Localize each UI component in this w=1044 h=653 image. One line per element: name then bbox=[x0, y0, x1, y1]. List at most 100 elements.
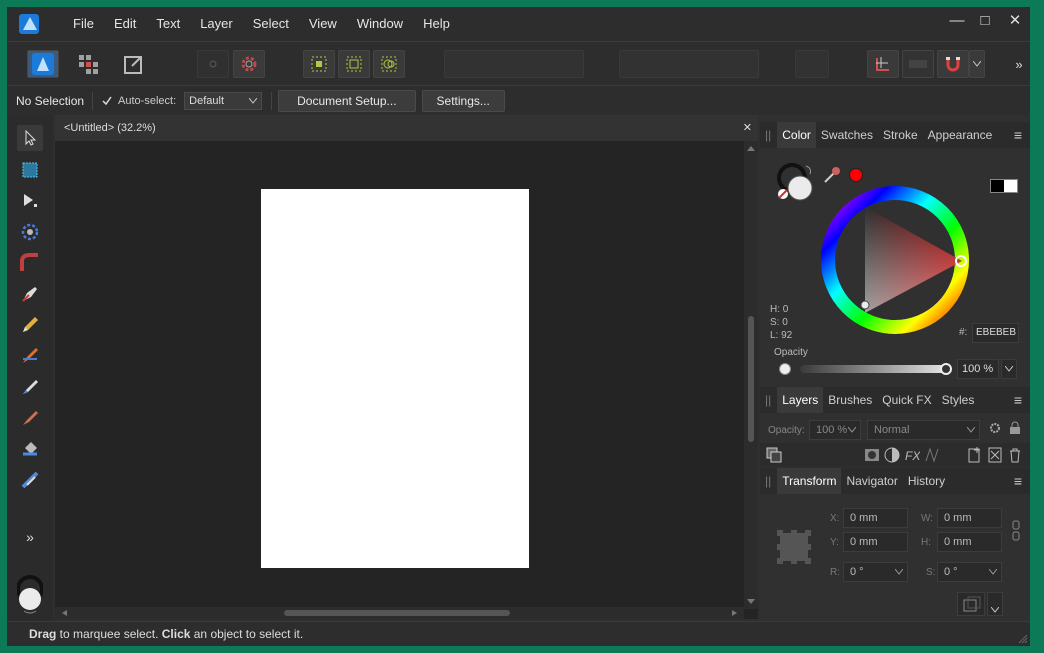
shear-input[interactable]: 0 ° bbox=[937, 562, 1002, 582]
anchor-selector[interactable] bbox=[777, 530, 811, 564]
artboard-page[interactable] bbox=[261, 189, 529, 568]
menu-layer[interactable]: Layer bbox=[190, 7, 243, 41]
document-setup-button[interactable]: Document Setup... bbox=[278, 89, 416, 112]
corner-tool[interactable] bbox=[17, 250, 43, 276]
fill-stroke-swatch[interactable] bbox=[17, 575, 43, 615]
fill-tool[interactable] bbox=[17, 436, 43, 462]
lock-aspect-ratio-button[interactable] bbox=[1011, 520, 1021, 545]
transform-operations-group[interactable] bbox=[619, 50, 759, 78]
move-tool[interactable] bbox=[17, 125, 43, 151]
artboard-tool[interactable] bbox=[17, 157, 43, 183]
settings-toggle-button[interactable] bbox=[233, 50, 265, 78]
minimize-button[interactable]: — bbox=[942, 7, 972, 35]
toolbar-overflow-button[interactable]: » bbox=[1011, 50, 1027, 78]
more-tools-button[interactable]: » bbox=[17, 524, 43, 550]
panel-menu-icon[interactable]: ≡ bbox=[1014, 473, 1022, 489]
select-intersect-button[interactable] bbox=[373, 50, 405, 78]
pixel-persona-button[interactable] bbox=[75, 50, 101, 78]
document-tab[interactable]: <Untitled> (32.2%) ✕ bbox=[55, 115, 758, 141]
color-fill-stroke-swatch[interactable] bbox=[774, 160, 818, 209]
transform-origin-button[interactable] bbox=[957, 592, 985, 616]
layer-stack-button[interactable] bbox=[766, 447, 782, 466]
transparency-tool[interactable] bbox=[17, 467, 43, 493]
opacity-input[interactable]: 100 % bbox=[957, 359, 999, 379]
auto-select-checkbox[interactable] bbox=[101, 95, 113, 107]
delete-layer-button[interactable] bbox=[1008, 447, 1022, 466]
remove-layer-icon-button[interactable] bbox=[988, 447, 1002, 466]
layer-settings-button[interactable] bbox=[988, 421, 1002, 438]
add-mask-button[interactable] bbox=[864, 447, 880, 466]
vector-brush-tool[interactable] bbox=[17, 343, 43, 369]
tab-appearance[interactable]: Appearance bbox=[923, 128, 998, 142]
select-same-button[interactable] bbox=[303, 50, 335, 78]
menu-window[interactable]: Window bbox=[347, 7, 413, 41]
close-window-button[interactable]: ✕ bbox=[1000, 7, 1030, 35]
recent-colors-swatch[interactable] bbox=[990, 179, 1018, 193]
boolean-operations-group[interactable] bbox=[444, 50, 584, 78]
color-wheel[interactable] bbox=[820, 185, 970, 335]
opacity-slider-handle[interactable] bbox=[940, 363, 952, 375]
point-transform-tool[interactable] bbox=[17, 219, 43, 245]
snapping-dropdown-button[interactable] bbox=[969, 50, 985, 78]
snapping-options-button[interactable] bbox=[867, 50, 899, 78]
y-input[interactable]: 0 mm bbox=[843, 532, 908, 552]
horizontal-scrollbar[interactable] bbox=[55, 607, 744, 619]
menu-select[interactable]: Select bbox=[243, 7, 299, 41]
add-live-filter-button[interactable] bbox=[924, 447, 940, 466]
panel-menu-icon[interactable]: ≡ bbox=[1014, 127, 1022, 143]
x-input[interactable]: 0 mm bbox=[843, 508, 908, 528]
tab-transform[interactable]: Transform bbox=[777, 468, 842, 494]
view-mode-button[interactable] bbox=[902, 50, 934, 78]
snapping-circle-button[interactable] bbox=[197, 50, 229, 78]
tab-brushes[interactable]: Brushes bbox=[823, 393, 877, 407]
panel-grip-icon[interactable]: || bbox=[765, 128, 771, 142]
tab-layers[interactable]: Layers bbox=[777, 387, 824, 413]
add-fx-button[interactable]: FX bbox=[904, 447, 921, 466]
layer-opacity-dropdown[interactable]: 100 % bbox=[809, 420, 861, 440]
close-document-button[interactable]: ✕ bbox=[743, 115, 752, 141]
tab-color[interactable]: Color bbox=[777, 122, 816, 148]
w-input[interactable]: 0 mm bbox=[937, 508, 1002, 528]
opacity-reset-swatch[interactable] bbox=[779, 363, 791, 375]
tab-swatches[interactable]: Swatches bbox=[816, 128, 878, 142]
tab-history[interactable]: History bbox=[903, 474, 950, 488]
settings-button[interactable]: Settings... bbox=[421, 89, 505, 112]
opacity-slider[interactable] bbox=[800, 365, 950, 373]
paint-brush-tool[interactable] bbox=[17, 374, 43, 400]
maximize-button[interactable]: □ bbox=[970, 7, 1000, 35]
vertical-scroll-thumb[interactable] bbox=[748, 316, 754, 442]
select-object-button[interactable] bbox=[338, 50, 370, 78]
tab-stroke[interactable]: Stroke bbox=[878, 128, 923, 142]
opacity-dropdown[interactable] bbox=[1001, 359, 1017, 379]
pixel-brush-tool[interactable] bbox=[17, 405, 43, 431]
lock-layer-button[interactable] bbox=[1009, 421, 1021, 438]
pencil-tool[interactable] bbox=[17, 312, 43, 338]
align-button[interactable] bbox=[795, 50, 829, 78]
tab-styles[interactable]: Styles bbox=[937, 393, 980, 407]
panel-grip-icon[interactable]: || bbox=[765, 393, 771, 407]
blend-mode-dropdown[interactable]: Normal bbox=[867, 420, 980, 440]
tab-navigator[interactable]: Navigator bbox=[841, 474, 902, 488]
panel-grip-icon[interactable]: || bbox=[765, 474, 771, 488]
menu-view[interactable]: View bbox=[299, 7, 347, 41]
add-layer-button[interactable] bbox=[968, 447, 982, 466]
rotation-input[interactable]: 0 ° bbox=[843, 562, 908, 582]
transform-origin-dropdown[interactable] bbox=[987, 592, 1003, 616]
node-tool[interactable] bbox=[17, 188, 43, 214]
export-persona-button[interactable] bbox=[120, 50, 148, 78]
menu-help[interactable]: Help bbox=[413, 7, 460, 41]
auto-select-dropdown[interactable]: Default bbox=[184, 91, 263, 110]
designer-persona-button[interactable] bbox=[27, 50, 59, 78]
vertical-scrollbar[interactable] bbox=[744, 141, 758, 609]
panel-menu-icon[interactable]: ≡ bbox=[1014, 392, 1022, 408]
picked-color-swatch[interactable] bbox=[849, 168, 863, 182]
snapping-toggle-button[interactable] bbox=[937, 50, 969, 78]
h-input[interactable]: 0 mm bbox=[937, 532, 1002, 552]
horizontal-scroll-thumb[interactable] bbox=[284, 610, 510, 616]
tab-quick-fx[interactable]: Quick FX bbox=[877, 393, 936, 407]
saturation-handle[interactable] bbox=[860, 300, 870, 310]
menu-text[interactable]: Text bbox=[146, 7, 190, 41]
add-adjustment-button[interactable] bbox=[884, 447, 900, 466]
pen-tool[interactable] bbox=[17, 281, 43, 307]
resize-grip-icon[interactable] bbox=[1018, 634, 1028, 644]
